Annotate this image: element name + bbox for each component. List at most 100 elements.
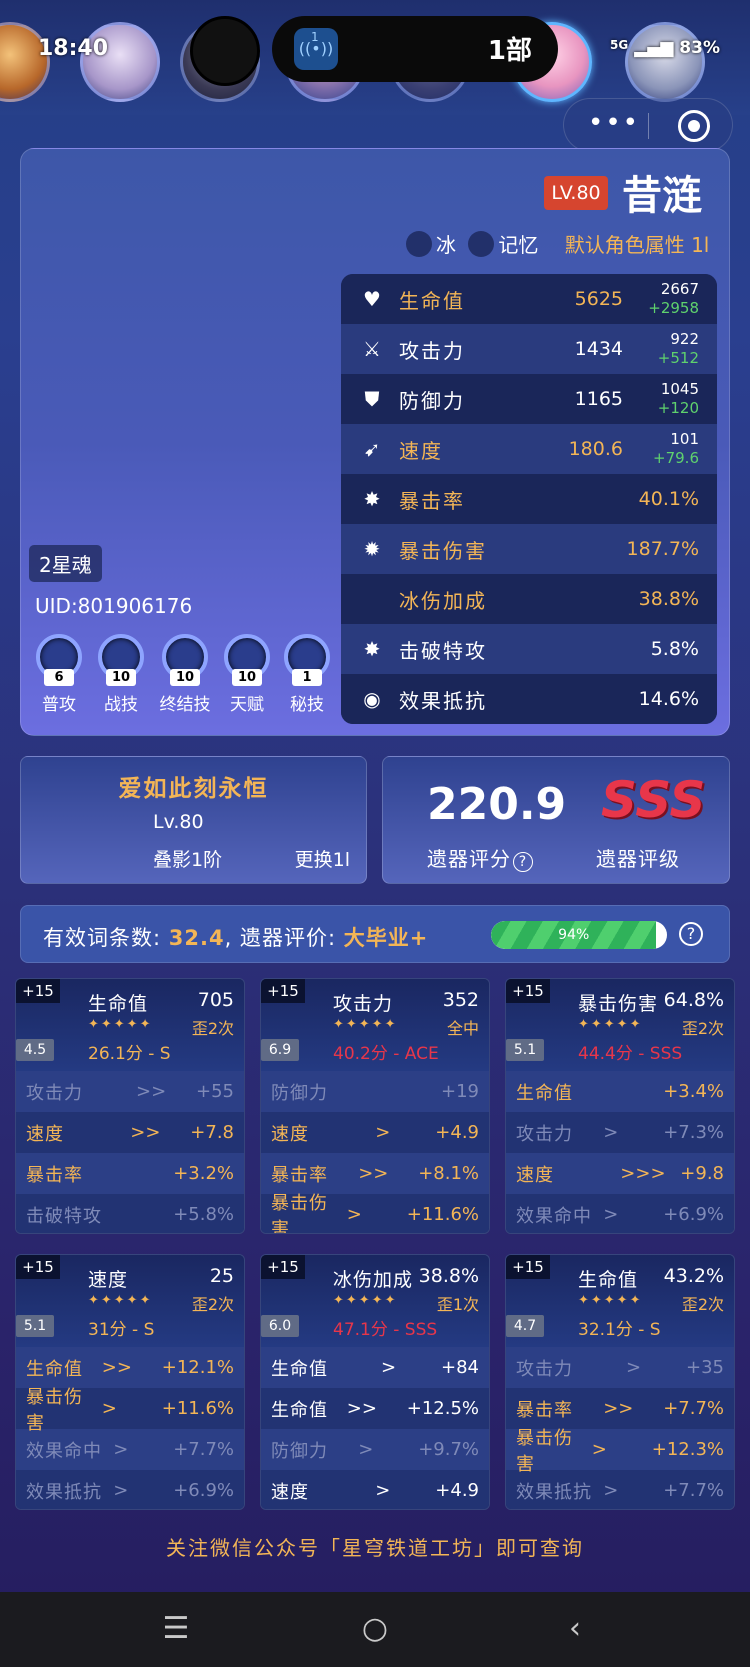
substat-rolls-arrow: > — [375, 1480, 391, 1501]
substat-value: +19 — [441, 1081, 479, 1102]
relic-rolls: 歪2次 — [681, 1295, 724, 1314]
relic-substat-row: 暴击伤害 > +12.3% — [506, 1428, 734, 1475]
substat-name: 速度 — [271, 1123, 309, 1145]
substat-rolls-arrow: > — [101, 1398, 117, 1419]
stat-value: 5.8% — [650, 638, 699, 660]
relic-substat-row: 效果抵抗 > +7.7% — [506, 1470, 734, 1509]
system-nav-bar: ☰ ○ ‹ — [0, 1592, 750, 1667]
skill-ultimate[interactable]: 10 终结技 — [155, 634, 215, 715]
swap-light-cone-button[interactable]: 更换1l — [295, 845, 350, 872]
substat-rolls-arrow: > — [626, 1357, 642, 1378]
relic-substat-row: 速度 > +4.9 — [261, 1470, 489, 1509]
skill-talent[interactable]: 10 天赋 — [219, 634, 275, 715]
character-avatar[interactable] — [80, 22, 160, 102]
camera-island — [190, 16, 260, 86]
substat-name: 攻击力 — [26, 1082, 83, 1104]
substat-value: +35 — [686, 1357, 724, 1378]
substat-name: 效果命中 — [516, 1205, 592, 1227]
relic-substat-row: 攻击力 >> +55 — [16, 1071, 244, 1112]
stat-base: 1045 +120 — [637, 380, 699, 418]
light-cone-card[interactable]: 爱如此刻永恒 Lv.80 叠影1阶 更换1l — [20, 756, 367, 884]
relic-card[interactable]: +15 4.7 生命值 43.2% ✦✦✦✦✦ 歪2次 32.1分 - S 攻击力 > +35 暴击… — [505, 1254, 735, 1510]
path-label: 记忆 — [498, 233, 539, 257]
back-icon[interactable]: ‹ — [545, 1606, 605, 1652]
status-time: 18:40 — [38, 36, 109, 61]
substat-name: 攻击力 — [516, 1123, 573, 1145]
uid-label: UID:801906176 — [35, 594, 193, 618]
stat-value: 5625 — [574, 288, 623, 310]
relic-score-badge: 6.0 — [261, 1315, 299, 1337]
relic-enhance-level: +15 — [506, 979, 550, 1003]
skill-row: 6 普攻 10 战技 10 终结技 10 天赋 1 秘技 — [29, 634, 330, 724]
help-icon[interactable]: ? — [679, 922, 703, 946]
menu-icon[interactable]: ☰ — [146, 1606, 206, 1652]
relic-substat-row: 效果抵抗 > +6.9% — [16, 1470, 244, 1509]
island-badge: 1 — [311, 30, 319, 44]
default-attribute-toggle[interactable]: 默认角色属性 1l — [565, 233, 710, 257]
relic-card[interactable]: +15 6.0 冰伤加成 38.8% ✦✦✦✦✦ 歪1次 47.1分 - SSS 生命值 > +8… — [260, 1254, 490, 1510]
substat-name: 暴击伤害 — [516, 1427, 573, 1475]
relic-header: +15 5.1 暴击伤害 64.8% ✦✦✦✦✦ 歪2次 44.4分 - SSS — [506, 979, 734, 1071]
skill-basic[interactable]: 6 普攻 — [31, 634, 87, 715]
substat-name: 防御力 — [271, 1440, 328, 1462]
relic-rating: 31分 - S — [88, 1320, 155, 1340]
stat-base: 922 +512 — [637, 330, 699, 368]
break-icon: ✸ — [363, 637, 381, 661]
relic-card[interactable]: +15 5.1 速度 25 ✦✦✦✦✦ 歪2次 31分 - S 生命值 >> +12.1% 暴击伤害… — [15, 1254, 245, 1510]
relic-header: +15 4.7 生命值 43.2% ✦✦✦✦✦ 歪2次 32.1分 - S — [506, 1255, 734, 1347]
stat-name: 效果抵抗 — [399, 688, 487, 713]
relic-substat-row: 攻击力 > +35 — [506, 1347, 734, 1388]
substat-name: 生命值 — [271, 1358, 328, 1380]
stat-row-resist: ◉ 效果抵抗 14.6% — [341, 674, 717, 724]
substat-value: +8.1% — [418, 1163, 479, 1184]
relic-rating: 40.2分 - ACE — [333, 1044, 439, 1064]
relic-stars: ✦✦✦✦✦ — [88, 1293, 153, 1308]
stat-value: 180.6 — [568, 438, 623, 460]
relic-card[interactable]: +15 6.9 攻击力 352 ✦✦✦✦✦ 全中 40.2分 - ACE 防御力 +19 速度 > +… — [260, 978, 490, 1234]
crit-dmg-icon: ✹ — [363, 537, 381, 561]
stat-bonus: +512 — [657, 349, 699, 367]
skill-skill[interactable]: 10 战技 — [93, 634, 149, 715]
substat-value: +7.7% — [663, 1398, 724, 1419]
home-icon[interactable]: ○ — [345, 1606, 405, 1652]
close-target-icon[interactable] — [678, 110, 710, 142]
character-avatar[interactable] — [0, 22, 50, 102]
relic-substat-row: 速度 > +4.9 — [261, 1112, 489, 1153]
substat-value: +3.2% — [173, 1163, 234, 1184]
relic-substat-row: 攻击力 > +7.3% — [506, 1112, 734, 1153]
substat-value: +7.8 — [190, 1122, 234, 1143]
light-cone-superimpose: 叠影1阶 — [153, 849, 223, 871]
status-battery: 5G ▂▄▆ 83% — [610, 38, 720, 58]
stat-name: 生命值 — [399, 288, 465, 313]
relic-stars: ✦✦✦✦✦ — [333, 1293, 398, 1308]
substat-rolls-arrow: >> — [603, 1398, 634, 1419]
relic-score-badge: 4.7 — [506, 1315, 544, 1337]
resist-icon: ◉ — [363, 687, 381, 711]
stat-row-crit-rate: ✸ 暴击率 40.1% — [341, 474, 717, 524]
substat-name: 击破特攻 — [26, 1205, 102, 1227]
skill-level: 10 — [232, 669, 262, 686]
substat-value: +11.6% — [406, 1204, 479, 1225]
character-name: 昔涟 — [622, 173, 702, 219]
skill-icon: 10 — [162, 634, 208, 686]
relic-card[interactable]: +15 5.1 暴击伤害 64.8% ✦✦✦✦✦ 歪2次 44.4分 - SSS 生命值 +3.… — [505, 978, 735, 1234]
relic-main-stat: 暴击伤害 — [578, 993, 659, 1015]
substat-rolls-arrow: >> — [136, 1081, 167, 1102]
help-icon[interactable]: ? — [513, 852, 533, 872]
relic-score-badge: 6.9 — [261, 1039, 299, 1061]
relic-rating: 32.1分 - S — [578, 1320, 661, 1340]
relic-substats: 生命值 > +84 生命值 >> +12.5% 防御力 > +9.7% 速度 > +4.9 — [261, 1347, 489, 1509]
crit-icon: ✸ — [363, 487, 381, 511]
character-avatar[interactable] — [625, 22, 705, 102]
relic-rating: 26.1分 - S — [88, 1044, 171, 1064]
more-icon[interactable]: ••• — [588, 108, 640, 138]
relic-card[interactable]: +15 4.5 生命值 705 ✦✦✦✦✦ 歪2次 26.1分 - S 攻击力 >> +55 速度 >… — [15, 978, 245, 1234]
skill-technique[interactable]: 1 秘技 — [279, 634, 335, 715]
evaluation-progress-bar: 94% — [491, 921, 667, 949]
eidolon-badge: 2星魂 — [29, 545, 102, 582]
substat-name: 速度 — [516, 1164, 554, 1186]
stat-base: 2667 +2958 — [637, 280, 699, 318]
empty-icon-slot — [359, 586, 385, 612]
relic-rolls: 歪2次 — [191, 1019, 234, 1038]
stat-row-spd: ➹ 速度 180.6 101 +79.6 — [341, 424, 717, 474]
